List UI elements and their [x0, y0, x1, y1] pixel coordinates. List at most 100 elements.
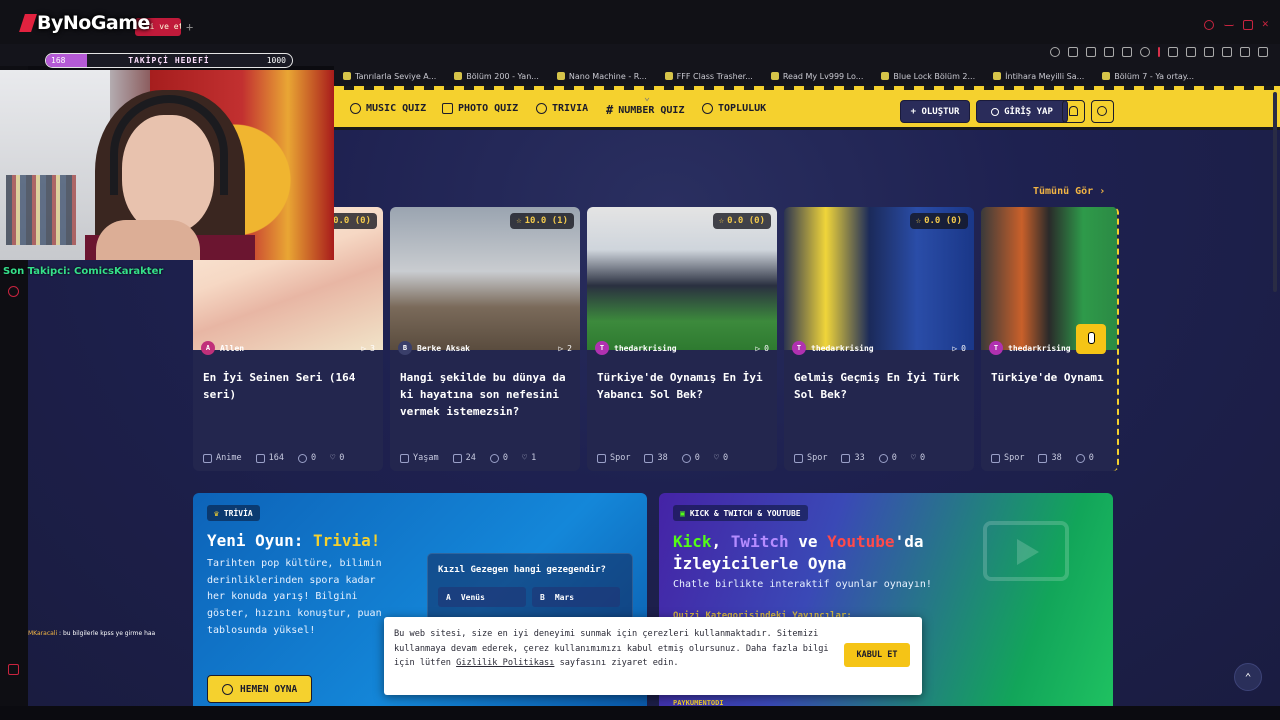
comment-icon	[297, 453, 307, 463]
play-count: ▷ 0	[755, 344, 769, 353]
category-label: Yaşam	[413, 453, 439, 463]
scroll-to-top-button[interactable]: ⌃	[1234, 663, 1262, 691]
like-value: 0	[919, 453, 926, 463]
page-scrollbar[interactable]	[1273, 92, 1277, 292]
quiz-title[interactable]: Gelmiş Geçmiş En İyi Türk Sol Bek?	[794, 369, 968, 403]
option-label: Mars	[554, 592, 575, 602]
create-button[interactable]: + OLUŞTUR	[900, 100, 970, 123]
badge-label: TRİVİA	[223, 508, 253, 518]
card-footer: Spor 38 0 ♡ 0	[597, 453, 769, 463]
streamer-heading: Kick, Twitch ve Youtube'da İzleyicilerle…	[673, 531, 923, 575]
quiz-card[interactable]: ☆ 0.0 (0) Tthedarkrising ▷ 0 Gelmiş Geçmiş…	[784, 207, 974, 471]
chevron-down-icon[interactable]: ⌄	[644, 92, 658, 103]
like-count[interactable]: ♡ 0	[330, 453, 344, 463]
bookmark-favicon-icon	[1102, 72, 1111, 80]
nav-number-quiz[interactable]: # NUMBER QUIZ	[606, 103, 684, 117]
search-icon[interactable]	[1204, 20, 1214, 30]
nav-photo-quiz[interactable]: PHOTO QUIZ	[442, 103, 518, 114]
avatar: T	[989, 341, 1003, 355]
author[interactable]: Tthedarkrising	[792, 341, 874, 355]
streamer-description: Chatle birlikte interaktif oyunlar oynay…	[673, 579, 932, 590]
tools-icon[interactable]	[8, 664, 19, 675]
play-now-button[interactable]: HEMEN OYNA	[207, 675, 313, 703]
like-count[interactable]: ♡ 0	[714, 453, 728, 463]
see-all-link[interactable]: Tümünü Gör ›	[1033, 186, 1105, 197]
bookmark-favicon-icon	[881, 72, 890, 80]
like-count[interactable]: ♡ 0	[911, 453, 925, 463]
category[interactable]: Spor	[794, 453, 827, 463]
card-meta: A Allen ▷ 3	[201, 341, 375, 355]
quiz-title[interactable]: Türkiye'de Oynamı İyi Yabancı Kaleci	[991, 369, 1111, 386]
comment-value: 0	[891, 453, 897, 463]
close-icon[interactable]: ✕	[1262, 17, 1272, 30]
nav-topluluk[interactable]: TOPLULUK	[702, 103, 766, 114]
author-name: Berke Aksak	[417, 343, 470, 353]
answer-option-a[interactable]: A Venüs	[438, 587, 526, 607]
wallet-icon[interactable]	[1204, 47, 1214, 57]
bookmark-item[interactable]: Bölüm 200 - Yan...	[445, 72, 548, 81]
privacy-policy-link[interactable]: Gizlilik Politikası	[456, 658, 554, 668]
bookmark-item[interactable]: Bölüm 7 - Ya ortay...	[1093, 72, 1203, 81]
heart-icon[interactable]	[1140, 47, 1150, 57]
nav-label: TRIVIA	[552, 103, 589, 114]
new-tab-icon[interactable]: +	[186, 20, 193, 34]
menu-icon[interactable]	[1258, 47, 1268, 57]
maximize-icon[interactable]	[1243, 20, 1253, 30]
zoom-icon[interactable]	[1050, 47, 1060, 57]
extension-icon[interactable]	[1168, 47, 1178, 57]
cookie-text: Bu web sitesi, size en iyi deneyimi sunm…	[394, 627, 834, 671]
comment-count: 0	[1075, 453, 1094, 463]
card-footer: Anime 164 0 ♡ 0	[203, 453, 375, 463]
author[interactable]: Tthedarkrising	[989, 341, 1071, 355]
search-icon	[1097, 106, 1107, 116]
bookmark-favicon-icon	[993, 72, 1002, 80]
quiz-card[interactable]: ☆ 0.0 (0) Tthedarkrising ▷ 0 Türkiye'de Oy…	[587, 207, 777, 471]
bookmark-item[interactable]: Read My Lv999 Lo...	[762, 72, 873, 81]
shield-icon[interactable]	[1104, 47, 1114, 57]
author[interactable]: Tthedarkrising	[595, 341, 677, 355]
author[interactable]: B Berke Aksak	[398, 341, 470, 355]
category[interactable]: Anime	[203, 453, 242, 463]
minimize-icon[interactable]	[1224, 20, 1234, 26]
pin-icon[interactable]	[1068, 47, 1078, 57]
screenshot-icon[interactable]	[1086, 47, 1096, 57]
nav-label: NUMBER QUIZ	[618, 104, 685, 116]
notifications-button[interactable]	[1062, 100, 1085, 123]
search-button[interactable]	[1091, 100, 1114, 123]
quiz-card[interactable]: ☆ 10.0 (1) B Berke Aksak ▷ 2 Hangi şekilde …	[390, 207, 580, 471]
card-footer: Spor 38 0	[991, 453, 1109, 463]
puzzle-icon[interactable]	[1186, 47, 1196, 57]
category[interactable]: Spor	[597, 453, 630, 463]
like-count[interactable]: ♡ 1	[522, 453, 536, 463]
category[interactable]: Spor	[991, 453, 1024, 463]
login-label: GİRİŞ YAP	[1004, 106, 1053, 117]
category[interactable]: Yaşam	[400, 453, 439, 463]
quiz-title[interactable]: Hangi şekilde bu dünya da ki hayatına so…	[400, 369, 574, 420]
category-label: Anime	[216, 453, 242, 463]
kick-icon: ▣	[680, 508, 685, 518]
download-icon[interactable]	[1222, 47, 1232, 57]
login-button[interactable]: GİRİŞ YAP	[976, 100, 1068, 123]
nav-music-quiz[interactable]: MUSIC QUIZ	[350, 103, 426, 114]
answer-option-b[interactable]: B Mars	[532, 587, 620, 607]
settings-icon[interactable]	[8, 286, 19, 297]
bookmark-item[interactable]: Blue Lock Bölüm 2...	[872, 72, 984, 81]
bookmark-item[interactable]: Tanrılarla Seviye A...	[334, 72, 445, 81]
star-icon: ☆	[516, 216, 522, 226]
bookmark-item[interactable]: İntihara Meyilli Sa...	[984, 72, 1093, 81]
quiz-title[interactable]: Türkiye'de Oynamış En İyi Yabancı Sol Be…	[597, 369, 771, 403]
quiz-title[interactable]: En İyi Seinen Seri (164 seri)	[203, 369, 377, 403]
trivia-description: Tarihten pop kültüre, bilimin derinlikle…	[207, 558, 382, 636]
hash-icon: #	[606, 103, 614, 117]
heart-icon: ♡	[521, 453, 528, 463]
bookmark-item[interactable]: FFF Class Trasher...	[656, 72, 762, 81]
play-icon[interactable]	[1122, 47, 1132, 57]
ai-icon[interactable]	[1240, 47, 1250, 57]
nav-trivia[interactable]: TRIVIA	[536, 103, 588, 114]
bookmark-label: Bölüm 7 - Ya ortay...	[1114, 71, 1194, 81]
bookmark-item[interactable]: Nano Machine - R...	[548, 72, 656, 81]
accept-cookies-button[interactable]: KABUL ET	[844, 643, 910, 667]
webcam-overlay	[0, 70, 334, 260]
comment-icon	[1075, 453, 1085, 463]
author[interactable]: A Allen	[201, 341, 244, 355]
